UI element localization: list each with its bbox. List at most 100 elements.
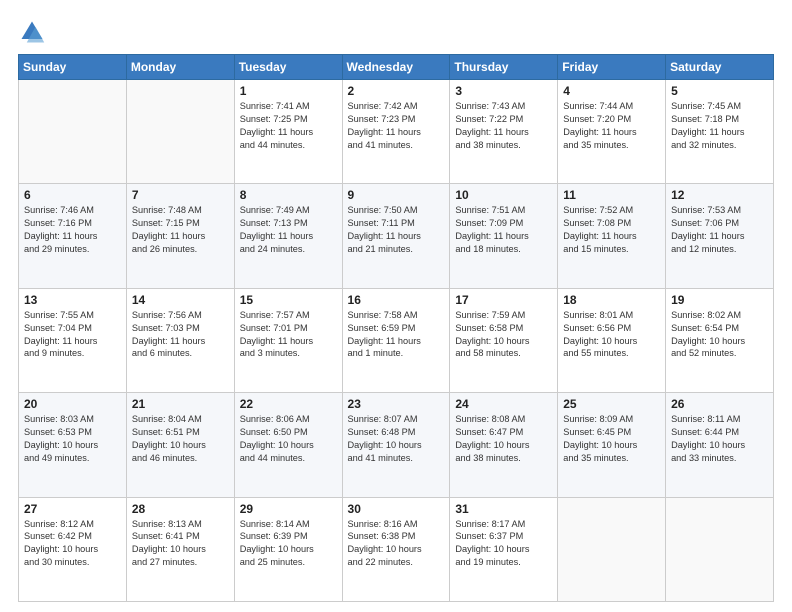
calendar-cell: 26 Sunrise: 8:11 AM Sunset: 6:44 PM Dayli… — [666, 393, 774, 497]
day-number: 10 — [455, 188, 552, 202]
day-number: 5 — [671, 84, 768, 98]
day-info: Sunrise: 8:08 AM Sunset: 6:47 PM Dayligh… — [455, 413, 552, 465]
calendar-cell: 23Sunrise: 8:07 AM Sunset: 6:48 PM Dayli… — [342, 393, 450, 497]
day-info: Sunrise: 7:59 AM Sunset: 6:58 PM Dayligh… — [455, 309, 552, 361]
calendar-cell: 27Sunrise: 8:12 AM Sunset: 6:42 PM Dayli… — [19, 497, 127, 601]
day-number: 7 — [132, 188, 229, 202]
day-number: 13 — [24, 293, 121, 307]
day-info: Sunrise: 7:55 AM Sunset: 7:04 PM Dayligh… — [24, 309, 121, 361]
day-number: 31 — [455, 502, 552, 516]
day-info: Sunrise: 8:11 AM Sunset: 6:44 PM Dayligh… — [671, 413, 768, 465]
day-number: 24 — [455, 397, 552, 411]
day-info: Sunrise: 7:49 AM Sunset: 7:13 PM Dayligh… — [240, 204, 337, 256]
day-number: 17 — [455, 293, 552, 307]
day-info: Sunrise: 7:53 AM Sunset: 7:06 PM Dayligh… — [671, 204, 768, 256]
day-info: Sunrise: 8:16 AM Sunset: 6:38 PM Dayligh… — [348, 518, 445, 570]
day-header-tuesday: Tuesday — [234, 55, 342, 80]
day-header-monday: Monday — [126, 55, 234, 80]
day-number: 29 — [240, 502, 337, 516]
day-number: 1 — [240, 84, 337, 98]
day-info: Sunrise: 7:50 AM Sunset: 7:11 PM Dayligh… — [348, 204, 445, 256]
day-header-wednesday: Wednesday — [342, 55, 450, 80]
day-number: 15 — [240, 293, 337, 307]
day-number: 28 — [132, 502, 229, 516]
day-info: Sunrise: 7:43 AM Sunset: 7:22 PM Dayligh… — [455, 100, 552, 152]
calendar-cell: 5Sunrise: 7:45 AM Sunset: 7:18 PM Daylig… — [666, 80, 774, 184]
day-info: Sunrise: 7:51 AM Sunset: 7:09 PM Dayligh… — [455, 204, 552, 256]
calendar-header-row: SundayMondayTuesdayWednesdayThursdayFrid… — [19, 55, 774, 80]
calendar-cell: 21 Sunrise: 8:04 AM Sunset: 6:51 PM Dayli… — [126, 393, 234, 497]
day-info: Sunrise: 8:03 AM Sunset: 6:53 PM Dayligh… — [24, 413, 121, 465]
day-number: 21 — [132, 397, 229, 411]
calendar-cell: 10 Sunrise: 7:51 AM Sunset: 7:09 PM Dayli… — [450, 184, 558, 288]
day-info: Sunrise: 8:09 AM Sunset: 6:45 PM Dayligh… — [563, 413, 660, 465]
calendar-cell: 18 Sunrise: 8:01 AM Sunset: 6:56 PM Dayli… — [558, 288, 666, 392]
day-number: 14 — [132, 293, 229, 307]
day-number: 11 — [563, 188, 660, 202]
day-number: 18 — [563, 293, 660, 307]
day-number: 3 — [455, 84, 552, 98]
day-number: 2 — [348, 84, 445, 98]
logo — [18, 18, 50, 46]
day-number: 9 — [348, 188, 445, 202]
calendar-cell: 14 Sunrise: 7:56 AM Sunset: 7:03 PM Dayli… — [126, 288, 234, 392]
calendar-cell: 13 Sunrise: 7:55 AM Sunset: 7:04 PM Dayli… — [19, 288, 127, 392]
calendar-cell: 29 Sunrise: 8:14 AM Sunset: 6:39 PM Dayli… — [234, 497, 342, 601]
day-header-friday: Friday — [558, 55, 666, 80]
calendar-cell: 16 Sunrise: 7:58 AM Sunset: 6:59 PM Dayli… — [342, 288, 450, 392]
calendar-cell — [558, 497, 666, 601]
day-info: Sunrise: 8:06 AM Sunset: 6:50 PM Dayligh… — [240, 413, 337, 465]
header — [18, 18, 774, 46]
week-row-3: 13 Sunrise: 7:55 AM Sunset: 7:04 PM Dayli… — [19, 288, 774, 392]
day-info: Sunrise: 8:13 AM Sunset: 6:41 PM Dayligh… — [132, 518, 229, 570]
calendar-cell: 2 Sunrise: 7:42 AM Sunset: 7:23 PM Daylig… — [342, 80, 450, 184]
calendar-cell: 9 Sunrise: 7:50 AM Sunset: 7:11 PM Daylig… — [342, 184, 450, 288]
calendar-table: SundayMondayTuesdayWednesdayThursdayFrid… — [18, 54, 774, 602]
day-number: 20 — [24, 397, 121, 411]
day-number: 8 — [240, 188, 337, 202]
day-header-sunday: Sunday — [19, 55, 127, 80]
week-row-4: 20 Sunrise: 8:03 AM Sunset: 6:53 PM Dayli… — [19, 393, 774, 497]
day-info: Sunrise: 8:14 AM Sunset: 6:39 PM Dayligh… — [240, 518, 337, 570]
day-info: Sunrise: 7:46 AM Sunset: 7:16 PM Dayligh… — [24, 204, 121, 256]
logo-icon — [18, 18, 46, 46]
calendar-cell: 4Sunrise: 7:44 AM Sunset: 7:20 PM Daylig… — [558, 80, 666, 184]
day-number: 30 — [348, 502, 445, 516]
calendar-cell: 11Sunrise: 7:52 AM Sunset: 7:08 PM Dayli… — [558, 184, 666, 288]
calendar-cell: 8 Sunrise: 7:49 AM Sunset: 7:13 PM Daylig… — [234, 184, 342, 288]
day-info: Sunrise: 7:42 AM Sunset: 7:23 PM Dayligh… — [348, 100, 445, 152]
day-number: 6 — [24, 188, 121, 202]
day-info: Sunrise: 7:57 AM Sunset: 7:01 PM Dayligh… — [240, 309, 337, 361]
day-info: Sunrise: 7:56 AM Sunset: 7:03 PM Dayligh… — [132, 309, 229, 361]
page: SundayMondayTuesdayWednesdayThursdayFrid… — [0, 0, 792, 612]
week-row-5: 27Sunrise: 8:12 AM Sunset: 6:42 PM Dayli… — [19, 497, 774, 601]
calendar-cell: 6 Sunrise: 7:46 AM Sunset: 7:16 PM Daylig… — [19, 184, 127, 288]
calendar-cell: 19Sunrise: 8:02 AM Sunset: 6:54 PM Dayli… — [666, 288, 774, 392]
calendar-cell — [666, 497, 774, 601]
day-info: Sunrise: 7:58 AM Sunset: 6:59 PM Dayligh… — [348, 309, 445, 361]
calendar-cell: 17 Sunrise: 7:59 AM Sunset: 6:58 PM Dayli… — [450, 288, 558, 392]
day-info: Sunrise: 8:04 AM Sunset: 6:51 PM Dayligh… — [132, 413, 229, 465]
day-info: Sunrise: 7:41 AM Sunset: 7:25 PM Dayligh… — [240, 100, 337, 152]
calendar-cell: 15 Sunrise: 7:57 AM Sunset: 7:01 PM Dayli… — [234, 288, 342, 392]
day-number: 19 — [671, 293, 768, 307]
day-info: Sunrise: 8:17 AM Sunset: 6:37 PM Dayligh… — [455, 518, 552, 570]
day-number: 26 — [671, 397, 768, 411]
calendar-cell: 24 Sunrise: 8:08 AM Sunset: 6:47 PM Dayli… — [450, 393, 558, 497]
day-info: Sunrise: 8:01 AM Sunset: 6:56 PM Dayligh… — [563, 309, 660, 361]
calendar-cell: 20 Sunrise: 8:03 AM Sunset: 6:53 PM Dayli… — [19, 393, 127, 497]
day-header-thursday: Thursday — [450, 55, 558, 80]
day-number: 16 — [348, 293, 445, 307]
day-number: 22 — [240, 397, 337, 411]
calendar-cell: 25 Sunrise: 8:09 AM Sunset: 6:45 PM Dayli… — [558, 393, 666, 497]
calendar-cell: 31 Sunrise: 8:17 AM Sunset: 6:37 PM Dayli… — [450, 497, 558, 601]
calendar-cell — [126, 80, 234, 184]
week-row-1: 1 Sunrise: 7:41 AM Sunset: 7:25 PM Daylig… — [19, 80, 774, 184]
day-number: 25 — [563, 397, 660, 411]
calendar-cell: 28 Sunrise: 8:13 AM Sunset: 6:41 PM Dayli… — [126, 497, 234, 601]
calendar-cell — [19, 80, 127, 184]
calendar-cell: 12Sunrise: 7:53 AM Sunset: 7:06 PM Dayli… — [666, 184, 774, 288]
calendar-cell: 22 Sunrise: 8:06 AM Sunset: 6:50 PM Dayli… — [234, 393, 342, 497]
calendar-cell: 30 Sunrise: 8:16 AM Sunset: 6:38 PM Dayli… — [342, 497, 450, 601]
day-number: 4 — [563, 84, 660, 98]
